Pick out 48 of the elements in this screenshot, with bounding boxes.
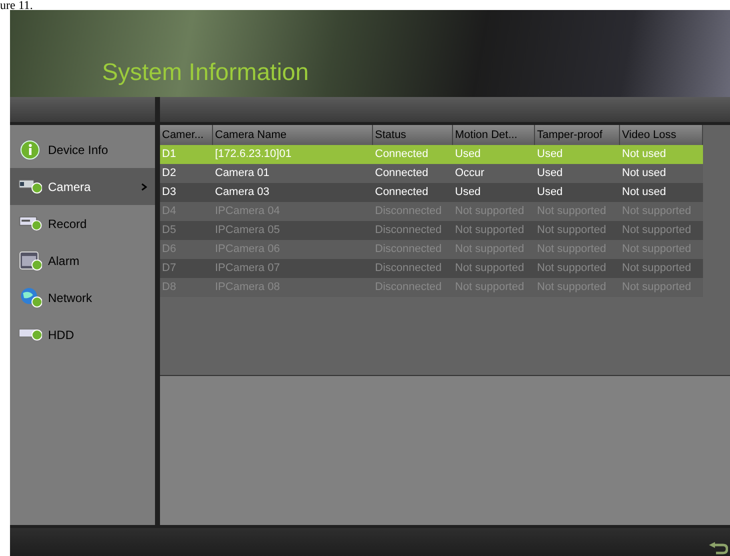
table-cell-text: Camera 03 [214, 185, 270, 200]
sidebar-item[interactable]: Device Info [10, 131, 155, 168]
table-cell-text: Camera 01 [214, 166, 270, 181]
sidebar-item[interactable]: Record [10, 205, 155, 242]
chevron-right-icon [141, 182, 147, 190]
table-cell-text: Connected [374, 185, 430, 200]
table-cell-text: Not used [621, 147, 668, 162]
table-cell-text: D5 [161, 223, 178, 238]
table-cell-text: Not supported [454, 261, 526, 276]
table-cell-text: IPCamera 07 [214, 261, 281, 276]
hard-drive-icon [18, 328, 42, 341]
alarm-panel-icon [18, 250, 42, 272]
window-title: System Information [102, 61, 309, 85]
table-cell-text: D3 [161, 185, 178, 200]
table-cell-text: D2 [161, 166, 178, 181]
info-icon [18, 138, 42, 160]
table-row[interactable]: D3 Camera 03 Connected Used Used Not used [160, 183, 703, 202]
sidebar-item[interactable]: Camera [10, 168, 155, 205]
table-row[interactable]: D2 Camera 01 Connected Occur Used Not used [160, 164, 703, 183]
table-cell-text: Not supported [536, 223, 608, 238]
table-cell-text: Not supported [454, 223, 526, 238]
table-cell-text: Not supported [536, 261, 608, 276]
table-cell-text: [172.6.23.10]01 [214, 147, 292, 162]
table-cell-text: Not supported [621, 261, 692, 276]
figure-caption: ure 11. [0, 0, 33, 10]
table-cell-text: D1 [161, 147, 178, 162]
table-cell-text: Used [454, 185, 482, 200]
table-cell-text: Connected [374, 166, 430, 181]
table-cell-text: Used [536, 185, 564, 200]
table-cell-text: Used [536, 166, 564, 181]
globe-icon [18, 286, 42, 308]
table-cell-text: IPCamera 05 [214, 223, 281, 238]
table-cell-text: Connected [374, 147, 430, 162]
table-cell-text: Occur [454, 166, 486, 181]
table-cell-text: Not supported [621, 223, 692, 238]
table-cell-text: D7 [161, 261, 178, 276]
sidebar-item[interactable]: HDD [10, 316, 155, 353]
table-cell-text: Disconnected [374, 223, 443, 238]
recorder-icon [18, 216, 42, 231]
sidebar-item[interactable]: Network [10, 279, 155, 316]
camera-icon [18, 179, 42, 194]
table-cell-text: Disconnected [374, 261, 443, 276]
table-cell-text: Used [536, 147, 564, 162]
table-cell-text: Not used [621, 185, 668, 200]
return-arrow-icon[interactable] [708, 542, 728, 556]
sidebar-item[interactable]: Alarm [10, 242, 155, 279]
table-cell-text: Not used [621, 166, 668, 181]
table-cell-text: Used [454, 147, 482, 162]
